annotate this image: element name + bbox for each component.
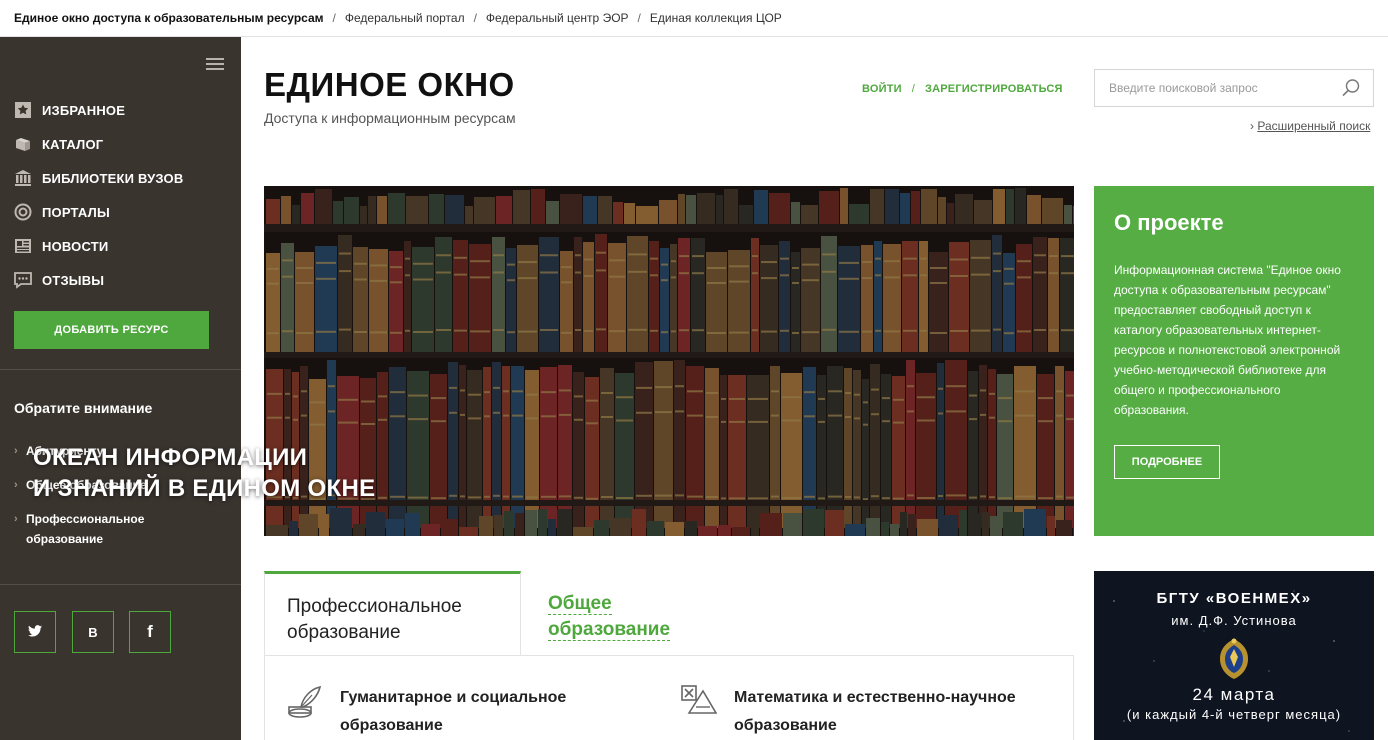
- separator: /: [473, 11, 477, 25]
- vk-icon: В: [88, 624, 98, 640]
- tab-professional-education[interactable]: Профессиональное образование: [264, 571, 521, 656]
- portal-link-eor[interactable]: Федеральный центр ЭОР: [486, 11, 629, 25]
- library-icon: [14, 169, 32, 187]
- search-icon[interactable]: [1341, 78, 1361, 103]
- auth-links: ВОЙТИ / ЗАРЕГИСТРИРОВАТЬСЯ: [862, 83, 1063, 95]
- sidebar-item-libraries[interactable]: БИБЛИОТЕКИ ВУЗОВ: [14, 161, 183, 195]
- tab-label: образование: [548, 619, 671, 641]
- hero-caption-line: ОКЕАН ИНФОРМАЦИИ: [33, 444, 308, 471]
- sidebar-item-portals[interactable]: ПОРТАЛЫ: [14, 195, 183, 229]
- sidebar-menu: ИЗБРАННОЕ КАТАЛОГ БИБЛИОТЕКИ ВУЗОВ ПОРТА…: [14, 93, 183, 297]
- sidebar-item-label: ОТЗЫВЫ: [42, 272, 105, 288]
- sidebar-item-favorites[interactable]: ИЗБРАННОЕ: [14, 93, 183, 127]
- top-portal-links: Единое окно доступа к образовательным ре…: [0, 0, 1388, 37]
- banner-subtitle: им. Д.Ф. Устинова: [1171, 613, 1297, 628]
- site-subtitle: Доступа к информационным ресурсам: [264, 110, 516, 126]
- news-icon: [14, 237, 32, 255]
- divider: [0, 369, 241, 370]
- hero-caption-line: И ЗНАНИЙ В ЕДИНОМ ОКНЕ: [33, 475, 376, 502]
- about-project-box: О проекте Информационная система "Единое…: [1094, 186, 1374, 536]
- hero-banner[interactable]: [264, 186, 1074, 536]
- sidebar-item-label: ПОРТАЛЫ: [42, 204, 110, 220]
- auth-separator: /: [911, 83, 916, 95]
- chevron-right-icon: ›: [14, 513, 18, 525]
- category-label: Гуманитарное и социальное: [340, 689, 567, 706]
- attention-title: Обратите внимание: [14, 400, 153, 416]
- portal-link-cor[interactable]: Единая коллекция ЦОР: [650, 11, 782, 25]
- category-humanities[interactable]: Гуманитарное и социальное образование: [340, 684, 566, 740]
- sidebar-item-label: НОВОСТИ: [42, 238, 109, 254]
- portal-link-federal[interactable]: Федеральный портал: [345, 11, 465, 25]
- books-icon: [14, 135, 32, 153]
- sidebar: ИЗБРАННОЕ КАТАЛОГ БИБЛИОТЕКИ ВУЗОВ ПОРТА…: [0, 37, 241, 740]
- vk-button[interactable]: В: [72, 611, 114, 653]
- more-button[interactable]: ПОДРОБНЕЕ: [1114, 445, 1220, 479]
- sidebar-item-label: БИБЛИОТЕКИ ВУЗОВ: [42, 170, 184, 186]
- separator: /: [637, 11, 641, 25]
- sidebar-item-label: КАТАЛОГ: [42, 136, 104, 152]
- portal-icon: [14, 203, 32, 221]
- category-label: образование: [340, 717, 443, 734]
- search-box: [1094, 69, 1374, 107]
- facebook-icon: f: [147, 622, 153, 641]
- attention-item-label: Профессиональное образование: [26, 512, 145, 546]
- twitter-icon: [28, 624, 42, 640]
- star-icon: [14, 101, 32, 119]
- sidebar-item-catalog[interactable]: КАТАЛОГ: [14, 127, 183, 161]
- sidebar-item-reviews[interactable]: ОТЗЫВЫ: [14, 263, 183, 297]
- search-input[interactable]: [1095, 70, 1325, 106]
- add-resource-button[interactable]: ДОБАВИТЬ РЕСУРС: [14, 311, 209, 349]
- tab-label: образование: [287, 622, 401, 643]
- advanced-search-label: Расширенный поиск: [1257, 119, 1371, 133]
- hero-overlay: [264, 186, 1074, 536]
- separator: /: [332, 11, 336, 25]
- hero-caption: ОКЕАН ИНФОРМАЦИИ И ЗНАНИЙ В ЕДИНОМ ОКНЕ: [33, 442, 375, 504]
- comment-icon: [14, 271, 32, 289]
- facebook-button[interactable]: f: [129, 611, 171, 653]
- category-label: Математика и естественно-научное: [734, 689, 1016, 706]
- portal-link-main[interactable]: Единое окно доступа к образовательным ре…: [14, 11, 324, 25]
- university-emblem-icon: [1216, 637, 1252, 686]
- divider: [0, 584, 241, 585]
- login-link[interactable]: ВОЙТИ: [862, 83, 902, 95]
- tab-label: Профессиональное: [287, 596, 462, 617]
- register-link[interactable]: ЗАРЕГИСТРИРОВАТЬСЯ: [925, 83, 1063, 95]
- about-title: О проекте: [1114, 210, 1224, 235]
- banner-date: 24 марта: [1192, 685, 1276, 704]
- bookshelf-image: [264, 186, 1074, 536]
- tab-label: Общее: [548, 593, 612, 615]
- hamburger-menu-icon[interactable]: [206, 58, 224, 70]
- category-label: образование: [734, 717, 837, 734]
- quill-icon: [287, 685, 323, 726]
- banner-note: (и каждый 4-й четверг месяца): [1126, 707, 1342, 722]
- advanced-search-link[interactable]: › Расширенный поиск: [1250, 119, 1370, 133]
- voenmeh-banner[interactable]: БГТУ «ВОЕНМЕХ» им. Д.Ф. Устинова 24 март…: [1094, 571, 1374, 740]
- tab-general-education[interactable]: Общее образование: [548, 591, 671, 643]
- category-math-science[interactable]: Математика и естественно-научное образов…: [734, 684, 1016, 740]
- sidebar-item-label: ИЗБРАННОЕ: [42, 102, 126, 118]
- banner-title: БГТУ «ВОЕНМЕХ»: [1156, 590, 1312, 607]
- attention-item-professional[interactable]: › Профессиональное образование: [14, 509, 156, 549]
- math-icon: [681, 685, 718, 720]
- sidebar-item-news[interactable]: НОВОСТИ: [14, 229, 183, 263]
- chevron-right-icon: ›: [14, 479, 18, 491]
- twitter-button[interactable]: [14, 611, 56, 653]
- about-text: Информационная система "Единое окно дост…: [1114, 263, 1341, 417]
- site-title[interactable]: ЕДИНОЕ ОКНО: [264, 66, 515, 104]
- chevron-right-icon: ›: [14, 445, 18, 457]
